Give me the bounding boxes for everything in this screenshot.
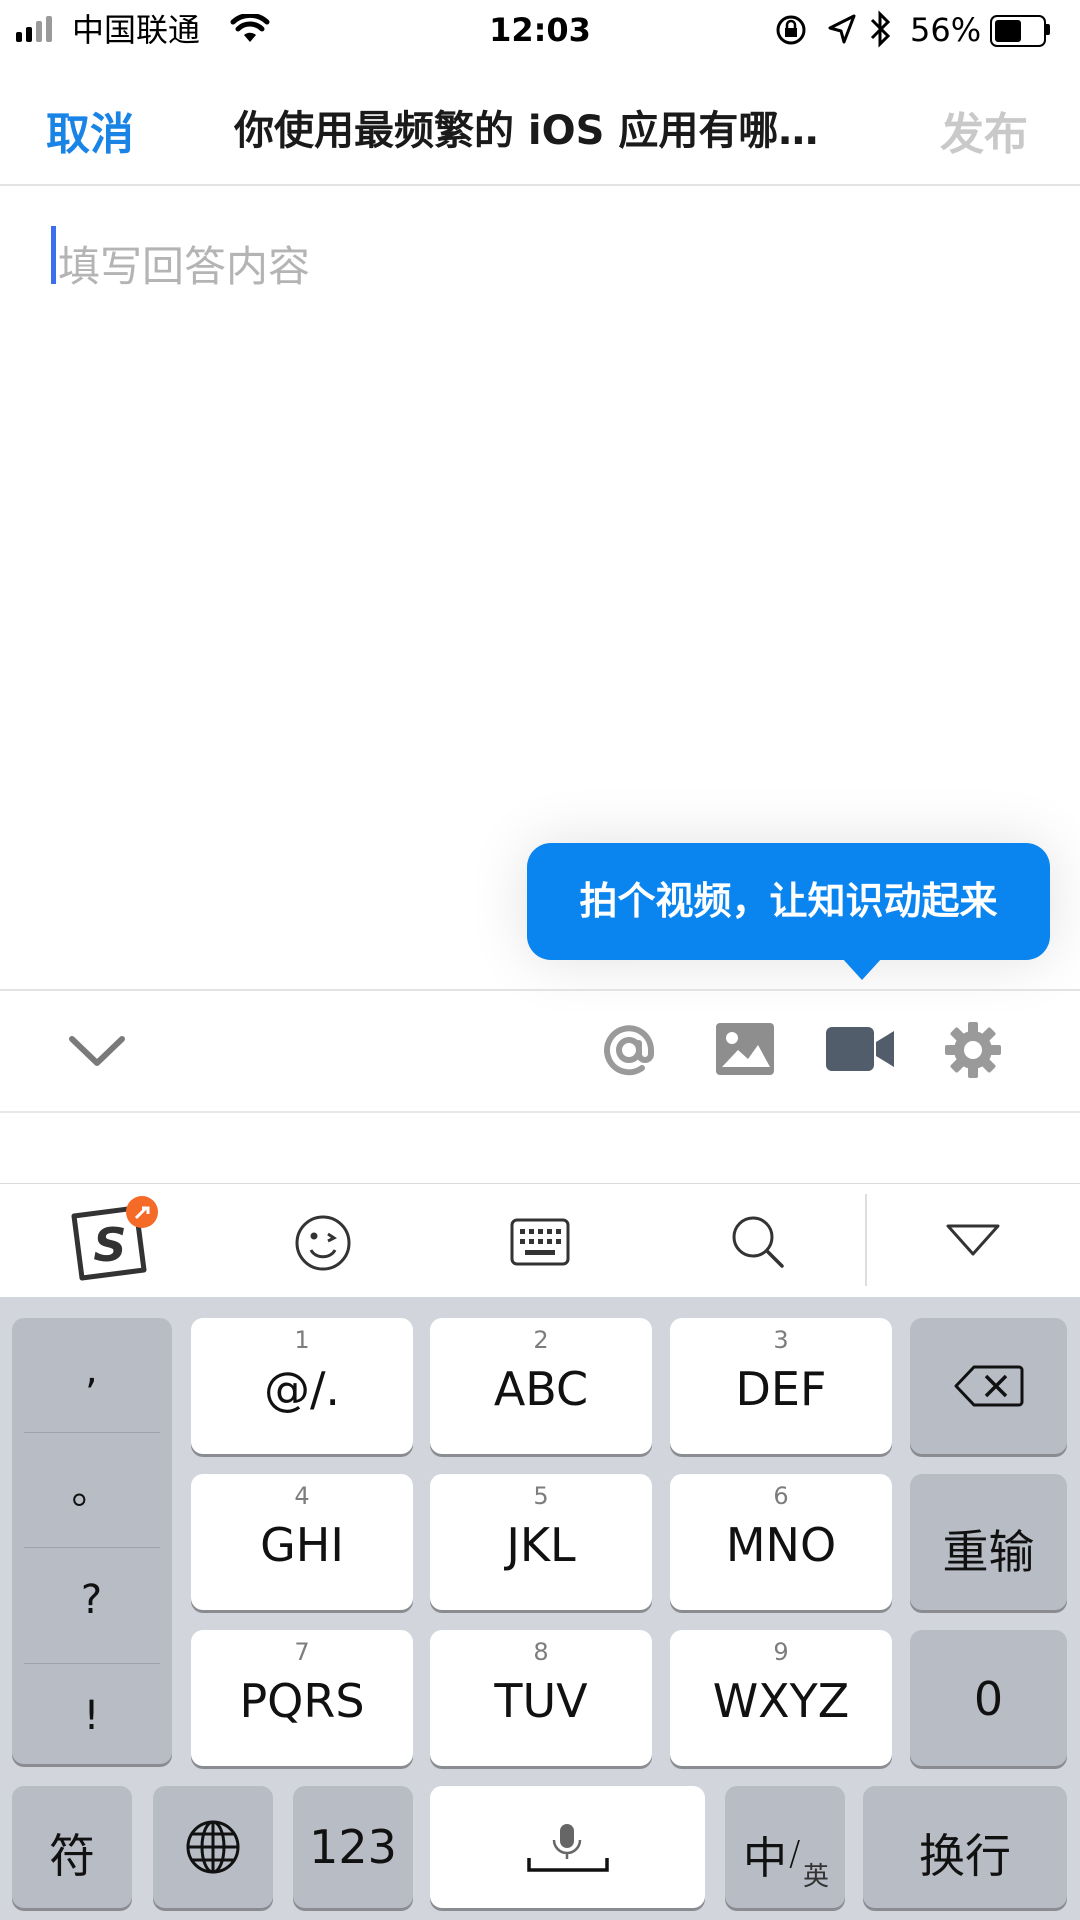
keyboard: , 。 ? ! 1 @/. 2 ABC 3 DEF 4 GHI 5 JKL 6 … (0, 1297, 1080, 1920)
key-number: 3 (773, 1326, 789, 1354)
key-2[interactable]: 2 ABC (430, 1318, 652, 1454)
image-icon[interactable] (716, 1023, 774, 1075)
search-icon[interactable] (730, 1214, 786, 1270)
punct-divider (24, 1663, 160, 1664)
globe-key[interactable] (153, 1786, 273, 1908)
bluetooth-icon (870, 10, 891, 48)
reinput-key[interactable]: 重输 (910, 1474, 1067, 1610)
key-0[interactable]: 0 (910, 1630, 1067, 1766)
key-label: GHI (260, 1518, 344, 1572)
return-key[interactable]: 换行 (863, 1786, 1067, 1908)
cn-en-switch-key[interactable]: 中 / 英 (725, 1786, 845, 1908)
key-1[interactable]: 1 @/. (191, 1318, 413, 1454)
text-caret (51, 226, 56, 284)
globe-icon (186, 1820, 240, 1874)
key-number: 7 (294, 1638, 310, 1666)
key-label: PQRS (239, 1674, 365, 1728)
key-number: 8 (533, 1638, 549, 1666)
answer-placeholder: 填写回答内容 (58, 242, 311, 291)
battery-tip (1046, 24, 1050, 35)
editor-toolbar (0, 989, 1080, 1113)
punct-period[interactable]: 。 (10, 1457, 173, 1515)
key-6[interactable]: 6 MNO (670, 1474, 892, 1610)
video-camera-icon[interactable] (826, 1027, 896, 1071)
delete-key[interactable] (910, 1318, 1067, 1454)
key-number: 9 (773, 1638, 789, 1666)
key-label: @/. (263, 1362, 341, 1416)
keyboard-icon[interactable] (510, 1218, 570, 1266)
key-5[interactable]: 5 JKL (430, 1474, 652, 1610)
page-title: 你使用最频繁的 iOS 应用有哪… (234, 108, 819, 154)
battery-icon (990, 15, 1046, 47)
keyboard-top-bar: S (0, 1183, 1080, 1298)
sogou-logo-icon[interactable]: S (66, 1194, 162, 1284)
key-number: 6 (773, 1482, 789, 1510)
rotation-lock-icon (776, 15, 806, 45)
punct-divider (24, 1432, 160, 1433)
chevron-down-icon[interactable] (68, 1031, 126, 1071)
cancel-button[interactable]: 取消 (46, 98, 134, 162)
tooltip-tail (842, 958, 882, 980)
key-number: 5 (533, 1482, 549, 1510)
symbol-key[interactable]: 符 (12, 1786, 132, 1908)
key-number: 2 (533, 1326, 549, 1354)
key-label: ABC (493, 1362, 589, 1416)
collapse-triangle-icon[interactable] (944, 1222, 1002, 1260)
key-label: 123 (309, 1820, 397, 1874)
punct-comma[interactable]: , (10, 1347, 173, 1393)
top-bar-divider (865, 1194, 867, 1286)
en-label: 英 (803, 1862, 830, 1892)
numbers-key[interactable]: 123 (293, 1786, 413, 1908)
key-label: MNO (725, 1518, 837, 1572)
nav-bar: 取消 你使用最频繁的 iOS 应用有哪… 发布 (0, 60, 1080, 186)
key-label: JKL (506, 1518, 576, 1572)
key-3[interactable]: 3 DEF (670, 1318, 892, 1454)
punct-exclaim[interactable]: ! (10, 1693, 173, 1739)
tooltip-text: 拍个视频，让知识动起来 (579, 879, 998, 923)
publish-button[interactable]: 发布 (940, 98, 1028, 162)
svg-text:S: S (93, 1218, 126, 1272)
microphone-icon (527, 1824, 609, 1872)
status-bar: 中国联通 12:03 56% (0, 0, 1080, 60)
gear-icon[interactable] (944, 1021, 1002, 1079)
at-icon[interactable] (600, 1021, 658, 1079)
location-icon (828, 14, 856, 44)
cn-label: 中 (743, 1833, 787, 1884)
backspace-icon (954, 1365, 1024, 1407)
key-4[interactable]: 4 GHI (191, 1474, 413, 1610)
slash: / (789, 1834, 801, 1874)
space-voice-key[interactable] (430, 1786, 705, 1908)
emoji-icon[interactable] (294, 1214, 352, 1272)
battery-percent: 56% (910, 11, 982, 49)
key-label: 重输 (942, 1525, 1035, 1579)
video-tooltip[interactable]: 拍个视频，让知识动起来 (527, 843, 1050, 960)
key-9[interactable]: 9 WXYZ (670, 1630, 892, 1766)
key-label: TUV (494, 1674, 588, 1728)
key-number: 1 (294, 1326, 310, 1354)
key-label: 换行 (919, 1829, 1011, 1883)
key-label: 符 (49, 1829, 95, 1883)
key-label: WXYZ (712, 1674, 850, 1728)
key-label: DEF (735, 1362, 827, 1416)
battery-fill (995, 20, 1021, 42)
key-8[interactable]: 8 TUV (430, 1630, 652, 1766)
key-label: 0 (973, 1672, 1004, 1726)
key-number: 4 (294, 1482, 310, 1510)
punct-question[interactable]: ? (10, 1577, 173, 1623)
punct-divider (24, 1547, 160, 1548)
key-7[interactable]: 7 PQRS (191, 1630, 413, 1766)
